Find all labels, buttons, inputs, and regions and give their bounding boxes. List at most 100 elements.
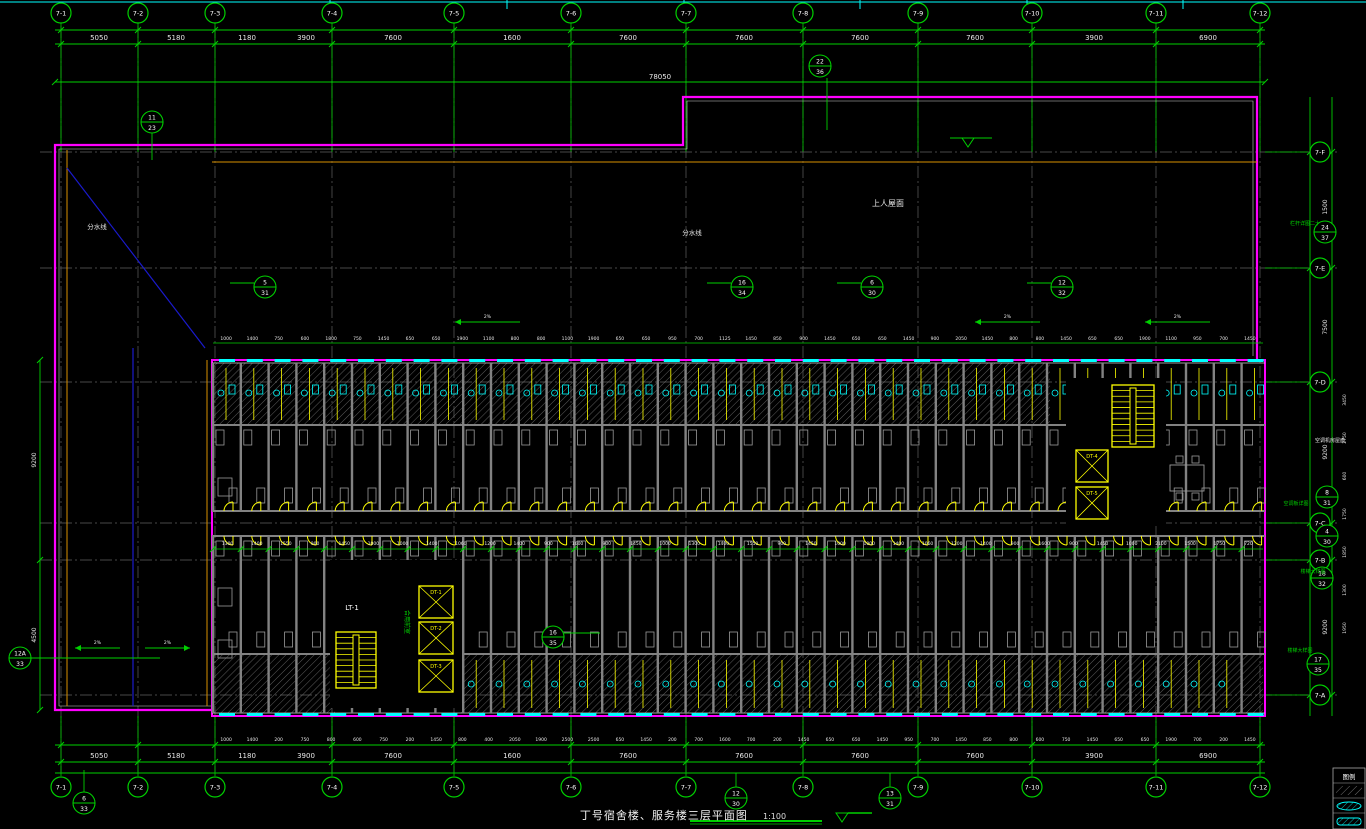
window-sill bbox=[775, 713, 791, 716]
dim-value: 900 bbox=[777, 541, 786, 547]
grid-bubble-label: 7-2 bbox=[133, 784, 144, 792]
dim-value: 1600 bbox=[503, 34, 521, 42]
bed-symbol bbox=[1119, 632, 1127, 647]
dim-value: 3900 bbox=[297, 34, 315, 42]
grid-bubble-label: 7-9 bbox=[913, 784, 924, 792]
window-sill bbox=[580, 359, 596, 362]
window-sill bbox=[553, 359, 569, 362]
drawing-title-bar: 丁号宿舍楼、服务楼三层平面图 1:100 bbox=[0, 804, 1366, 823]
detail-number: 12A bbox=[14, 651, 27, 658]
dim-value: 900 bbox=[931, 336, 940, 342]
grid-bubble-label: 7-7 bbox=[681, 10, 692, 18]
dim-value: 1500 bbox=[1184, 541, 1196, 547]
dim-value: 750 bbox=[1062, 737, 1071, 743]
window-sill bbox=[970, 713, 986, 716]
dim-value: 650 bbox=[406, 336, 415, 342]
dim-value: 1750 bbox=[1342, 508, 1348, 520]
bed-symbol bbox=[285, 488, 293, 503]
dim-value: 9200 bbox=[1322, 444, 1329, 459]
grid-bubble-label: 7-F bbox=[1315, 149, 1325, 157]
grid-bubble-label: 7-E bbox=[1315, 265, 1326, 273]
dim-value: 1100 bbox=[483, 336, 495, 342]
bed-symbol bbox=[868, 632, 876, 647]
bed-symbol bbox=[994, 541, 1002, 556]
bed-symbol bbox=[466, 430, 474, 445]
dim-value: 600 bbox=[353, 737, 362, 743]
bed-symbol bbox=[618, 488, 626, 503]
toilet-fixture bbox=[1247, 390, 1253, 396]
dim-value: 200 bbox=[1219, 737, 1228, 743]
dim-value: 7600 bbox=[966, 752, 984, 760]
bed-symbol bbox=[1050, 430, 1058, 445]
door-swing-arc bbox=[585, 536, 594, 545]
bed-symbol bbox=[939, 430, 947, 445]
window-sill bbox=[247, 359, 263, 362]
bed-symbol bbox=[272, 541, 280, 556]
detail-sheet-number: 23 bbox=[148, 125, 156, 132]
toilet-fixture bbox=[1191, 390, 1197, 396]
dim-value: 700 bbox=[694, 336, 703, 342]
dim-value: 1400 bbox=[247, 737, 259, 743]
bed-symbol bbox=[646, 488, 654, 503]
door-swing-arc bbox=[474, 536, 483, 545]
detail-sheet-number: 30 bbox=[868, 290, 876, 297]
bed-symbol bbox=[216, 430, 224, 445]
window-sill bbox=[1025, 713, 1041, 716]
grid-bubble-label: 7-1 bbox=[56, 10, 67, 18]
bed-symbol bbox=[952, 488, 960, 503]
dim-value: 7600 bbox=[619, 34, 637, 42]
bed-symbol bbox=[1022, 430, 1030, 445]
elevator-label: DT-1 bbox=[430, 590, 441, 596]
window-sill bbox=[1109, 713, 1125, 716]
grid-bubble-label: 7-2 bbox=[133, 10, 144, 18]
bed-symbol bbox=[785, 632, 793, 647]
grid-bubble-label: 7-6 bbox=[566, 784, 577, 792]
bed-symbol bbox=[479, 488, 487, 503]
window-sill bbox=[942, 713, 958, 716]
dim-value: 650 bbox=[1114, 336, 1123, 342]
dim-value: 1000 bbox=[864, 541, 876, 547]
bed-symbol bbox=[299, 430, 307, 445]
dim-value: 1450 bbox=[798, 737, 810, 743]
dim-value: 900 bbox=[799, 336, 808, 342]
window-sill bbox=[302, 713, 318, 716]
bed-symbol bbox=[438, 430, 446, 445]
slope-label: 2% bbox=[1174, 314, 1182, 320]
dim-value: 1000 bbox=[220, 737, 232, 743]
window-sill bbox=[1164, 713, 1180, 716]
dim-value: 900 bbox=[544, 541, 553, 547]
bed-symbol bbox=[1035, 488, 1043, 503]
dim-value: 1400 bbox=[718, 541, 730, 547]
dim-value: 1900 bbox=[457, 336, 469, 342]
dim-value: 1000 bbox=[220, 336, 232, 342]
grid-bubble-label: 7-10 bbox=[1025, 784, 1040, 792]
dim-value: 600 bbox=[1036, 737, 1045, 743]
dim-value: 1600 bbox=[719, 737, 731, 743]
dim-value: 650 bbox=[878, 336, 887, 342]
bed-symbol bbox=[757, 632, 765, 647]
bed-symbol bbox=[244, 430, 252, 445]
door-swing-arc bbox=[1169, 536, 1178, 545]
dim-value: 7500 bbox=[1322, 319, 1329, 334]
grid-bubble-label: 7-8 bbox=[798, 784, 809, 792]
dim-value: 1450 bbox=[339, 541, 351, 547]
bed-symbol bbox=[312, 632, 320, 647]
dim-value: 7600 bbox=[384, 752, 402, 760]
dim-value: 1000 bbox=[834, 541, 846, 547]
bed-symbol bbox=[285, 632, 293, 647]
toilet-fixture bbox=[1052, 390, 1058, 396]
detail-number: 11 bbox=[148, 115, 156, 122]
bed-symbol bbox=[813, 488, 821, 503]
dim-value: 1450 bbox=[1097, 541, 1109, 547]
bed-symbol bbox=[702, 632, 710, 647]
bed-symbol bbox=[494, 430, 502, 445]
bed-symbol bbox=[994, 430, 1002, 445]
bed-symbol bbox=[633, 430, 641, 445]
window-sill bbox=[803, 713, 819, 716]
window-sill bbox=[580, 713, 596, 716]
window-sill bbox=[886, 359, 902, 362]
dim-value: 700 bbox=[1219, 336, 1228, 342]
dim-value: 750 bbox=[353, 336, 362, 342]
cad-floor-plan-drawing: LT-1合用前室DT-1DT-2DT-3DT-4DT-5 50505180118… bbox=[0, 0, 1366, 829]
dim-value: 1850 bbox=[1342, 546, 1348, 558]
